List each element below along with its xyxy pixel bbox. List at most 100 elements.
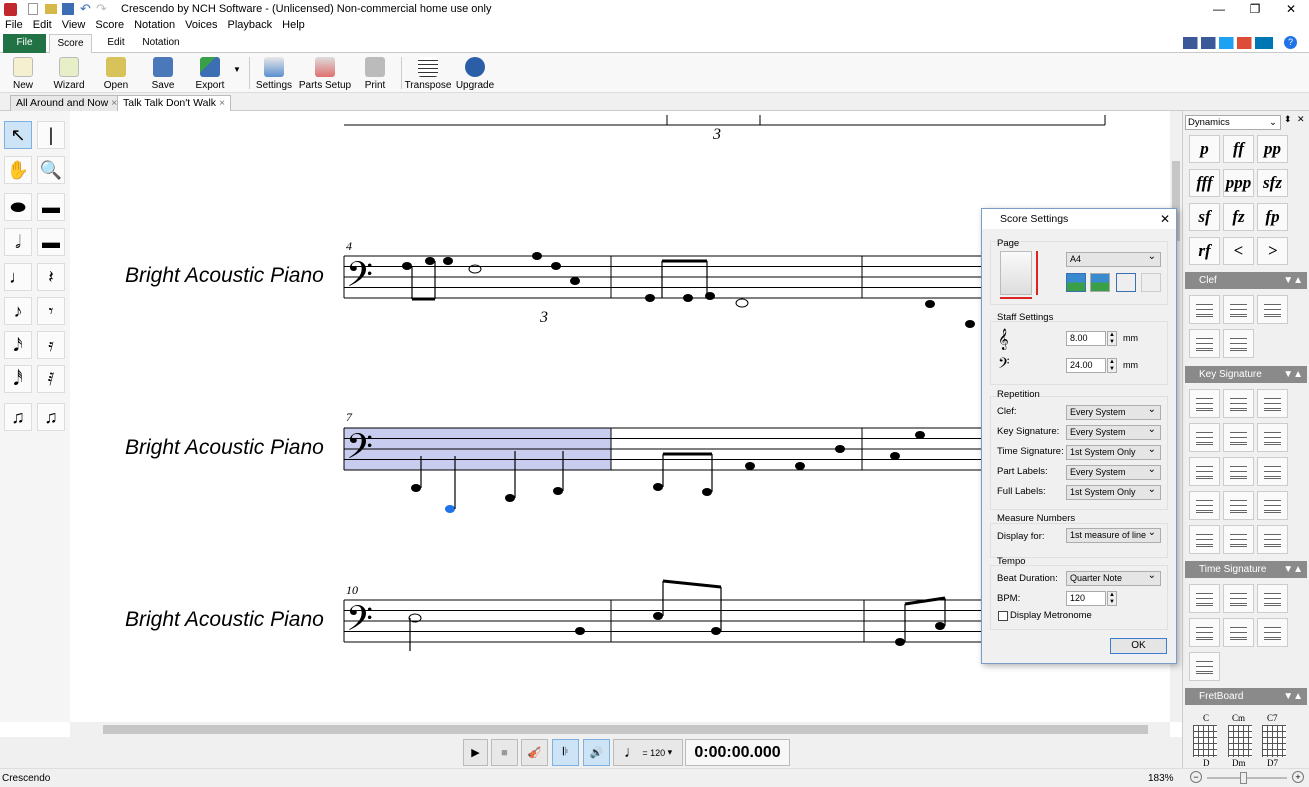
section-time-signature[interactable]: Time Signature▼▲ xyxy=(1185,561,1307,578)
key-signature-option-5[interactable] xyxy=(1257,423,1288,452)
horizontal-scrollbar[interactable] xyxy=(70,722,1170,737)
menu-view[interactable]: View xyxy=(57,18,91,33)
quick-save-icon[interactable] xyxy=(62,3,74,15)
quarter-rest-tool[interactable]: 𝄽 xyxy=(37,263,65,291)
landscape-button[interactable] xyxy=(1090,273,1110,292)
page-size-select[interactable]: A4 xyxy=(1066,252,1161,267)
dynamic-6[interactable]: sf xyxy=(1189,203,1220,231)
key-signature-option-6[interactable] xyxy=(1189,457,1220,486)
panel-dropdown[interactable]: Dynamics⌄ xyxy=(1185,115,1281,130)
zoom-out-icon[interactable]: − xyxy=(1190,771,1202,783)
staff-spacing-spinner[interactable]: ▲▼ xyxy=(1107,358,1117,373)
doc-tab-talk-talk[interactable]: Talk Talk Don't Walk × xyxy=(117,95,231,111)
dynamic-11[interactable]: > xyxy=(1257,237,1288,265)
portrait-button[interactable] xyxy=(1066,273,1086,292)
zoom-tool[interactable]: 🔍 xyxy=(37,156,65,184)
restore-button[interactable]: ❐ xyxy=(1237,0,1273,18)
settings-button[interactable]: Settings xyxy=(251,55,297,91)
zoom-slider-thumb[interactable] xyxy=(1240,772,1247,784)
dynamic-9[interactable]: rf xyxy=(1189,237,1220,265)
time-signature-option-4[interactable] xyxy=(1223,618,1254,647)
key-signature-option-14[interactable] xyxy=(1257,525,1288,554)
new-button[interactable]: New xyxy=(0,55,46,91)
zoom-slider[interactable] xyxy=(1207,777,1287,779)
tab-edit[interactable]: Edit xyxy=(96,34,136,53)
eighth-note-tool[interactable]: ♪ xyxy=(4,297,32,325)
redo-icon[interactable]: ↷ xyxy=(96,1,107,17)
upgrade-button[interactable]: Upgrade xyxy=(452,55,498,91)
export-dropdown-icon[interactable]: ▼ xyxy=(233,65,241,74)
bpm-input[interactable]: 120 xyxy=(1066,591,1106,606)
zoom-level[interactable]: 183% xyxy=(1148,773,1174,784)
key-signature-option-1[interactable] xyxy=(1223,389,1254,418)
time-signature-option-5[interactable] xyxy=(1257,618,1288,647)
beat-duration-select[interactable]: Quarter Note xyxy=(1066,571,1161,586)
whole-rest-tool[interactable]: ▬ xyxy=(37,193,65,221)
bpm-spinner[interactable]: ▲▼ xyxy=(1107,591,1117,606)
key-signature-option-4[interactable] xyxy=(1223,423,1254,452)
clef-option-3[interactable] xyxy=(1189,329,1220,358)
panel-collapse-icon[interactable]: ⬍ xyxy=(1284,114,1292,125)
menu-help[interactable]: Help xyxy=(277,18,310,33)
horizontal-layout-button[interactable] xyxy=(1141,273,1161,292)
key-signature-option-10[interactable] xyxy=(1223,491,1254,520)
tab-score[interactable]: Score xyxy=(49,34,92,53)
time-signature-option-1[interactable] xyxy=(1223,584,1254,613)
time-signature-option-0[interactable] xyxy=(1189,584,1220,613)
key-signature-option-11[interactable] xyxy=(1257,491,1288,520)
menu-playback[interactable]: Playback xyxy=(223,18,278,33)
tuplet-tool[interactable]: ♫ xyxy=(4,403,32,431)
beam-tool[interactable]: ♫ xyxy=(37,403,65,431)
dialog-close-icon[interactable]: ✕ xyxy=(1160,209,1170,229)
section-clef[interactable]: Clef▼▲ xyxy=(1185,272,1307,289)
chord-diagram[interactable] xyxy=(1193,725,1217,757)
half-rest-tool[interactable]: ▬ xyxy=(37,228,65,256)
chord-diagram[interactable] xyxy=(1228,725,1252,757)
instrument-label[interactable]: Bright Acoustic Piano xyxy=(125,436,324,460)
undo-icon[interactable]: ↶ xyxy=(80,1,91,17)
vertical-layout-button[interactable] xyxy=(1116,273,1136,292)
staff-spacing-input[interactable]: 24.00 xyxy=(1066,358,1106,373)
clef-option-0[interactable] xyxy=(1189,295,1220,324)
thirtysecond-rest-tool[interactable]: 𝅀 xyxy=(37,365,65,393)
close-icon[interactable]: × xyxy=(219,97,225,109)
wizard-button[interactable]: Wizard xyxy=(46,55,92,91)
social-icons[interactable] xyxy=(1183,37,1273,49)
stop-button[interactable]: ■ xyxy=(491,739,518,766)
staff-size-spinner[interactable]: ▲▼ xyxy=(1107,331,1117,346)
key-signature-option-8[interactable] xyxy=(1257,457,1288,486)
menu-notation[interactable]: Notation xyxy=(129,18,180,33)
repetition-select[interactable]: 1st System Only xyxy=(1066,485,1161,500)
dynamic-3[interactable]: fff xyxy=(1189,169,1220,197)
key-signature-option-2[interactable] xyxy=(1257,389,1288,418)
tab-notation[interactable]: Notation xyxy=(140,34,182,53)
menu-edit[interactable]: Edit xyxy=(28,18,57,33)
instrument-label[interactable]: Bright Acoustic Piano xyxy=(125,264,324,288)
repetition-select[interactable]: Every System xyxy=(1066,425,1161,440)
display-for-select[interactable]: 1st measure of line xyxy=(1066,528,1161,543)
panel-close-icon[interactable]: ✕ xyxy=(1297,114,1305,125)
text-cursor-tool[interactable]: | xyxy=(37,121,65,149)
time-signature-option-2[interactable] xyxy=(1257,584,1288,613)
section-key-signature[interactable]: Key Signature▼▲ xyxy=(1185,366,1307,383)
tab-file[interactable]: File xyxy=(3,34,46,53)
dynamic-2[interactable]: pp xyxy=(1257,135,1288,163)
save-button[interactable]: Save xyxy=(140,55,186,91)
dynamic-4[interactable]: ppp xyxy=(1223,169,1254,197)
tempo-control[interactable]: ♩ = 120 ▾ xyxy=(613,739,683,766)
quick-new-icon[interactable] xyxy=(28,3,38,15)
scroll-thumb[interactable] xyxy=(103,725,1148,734)
dynamic-5[interactable]: sfz xyxy=(1257,169,1288,197)
half-note-tool[interactable]: 𝅗𝅥 xyxy=(4,228,32,256)
minimize-button[interactable]: — xyxy=(1201,0,1237,18)
key-signature-option-13[interactable] xyxy=(1223,525,1254,554)
instruments-button[interactable]: 🎻 xyxy=(521,739,548,766)
dynamic-8[interactable]: fp xyxy=(1257,203,1288,231)
close-button[interactable]: ✕ xyxy=(1273,0,1309,18)
key-signature-option-0[interactable] xyxy=(1189,389,1220,418)
quick-open-icon[interactable] xyxy=(45,4,57,14)
quarter-note-tool[interactable]: ♩ xyxy=(4,263,32,291)
print-button[interactable]: Print xyxy=(352,55,398,91)
dynamic-10[interactable]: < xyxy=(1223,237,1254,265)
key-signature-option-9[interactable] xyxy=(1189,491,1220,520)
